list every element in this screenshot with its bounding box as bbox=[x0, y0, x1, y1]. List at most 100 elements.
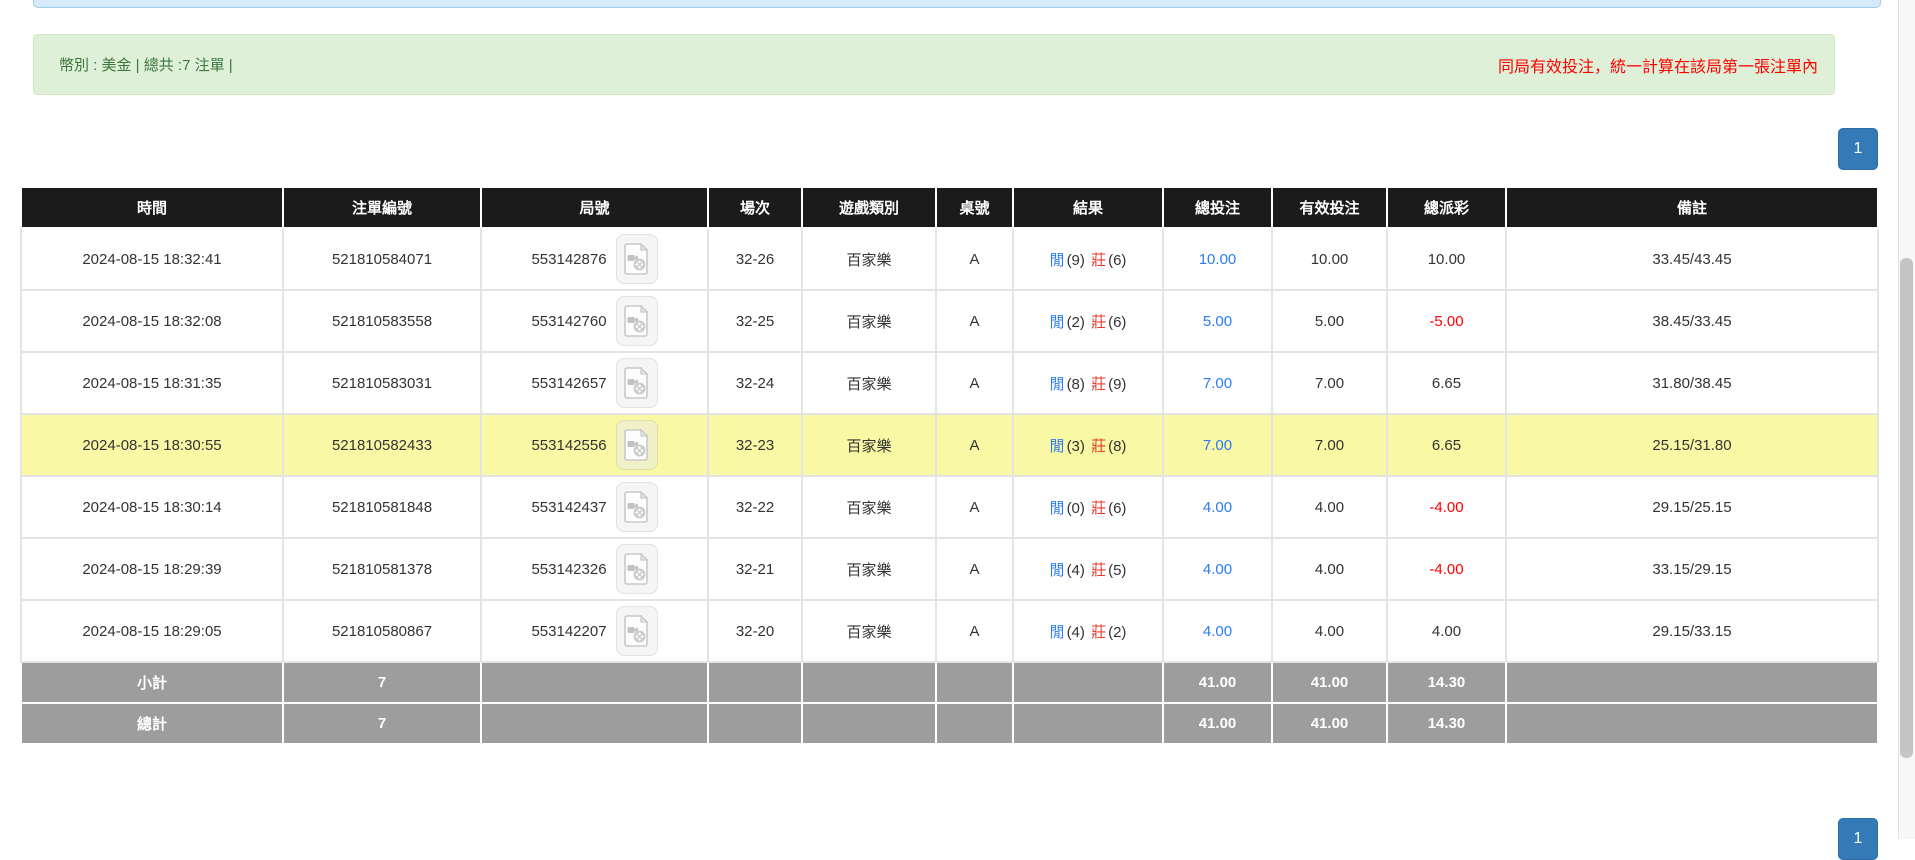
result-cell: 閒(4) 莊(2) bbox=[1013, 600, 1163, 662]
time-cell: 2024-08-15 18:32:41 bbox=[21, 228, 283, 290]
round-id-cell: 553142760 bbox=[481, 290, 708, 352]
game-type-cell: 百家樂 bbox=[802, 414, 936, 476]
banker-score: (2) bbox=[1107, 624, 1127, 641]
round-id-value: 553142556 bbox=[531, 437, 606, 454]
video-replay-button[interactable] bbox=[616, 420, 658, 470]
header-total-bet: 總投注 bbox=[1163, 187, 1272, 228]
remark-cell: 25.15/31.80 bbox=[1506, 414, 1878, 476]
session-cell: 32-24 bbox=[708, 352, 802, 414]
table-no-cell: A bbox=[936, 290, 1013, 352]
player-label: 閒 bbox=[1049, 438, 1066, 455]
session-cell: 32-26 bbox=[708, 228, 802, 290]
payout-cell: 6.65 bbox=[1387, 414, 1506, 476]
total-row: 總計 7 41.00 41.00 14.30 bbox=[21, 703, 1878, 744]
total-count: 7 bbox=[283, 703, 481, 744]
time-cell: 2024-08-15 18:29:39 bbox=[21, 538, 283, 600]
total-bet-link[interactable]: 7.00 bbox=[1163, 352, 1272, 414]
round-id-value: 553142437 bbox=[531, 499, 606, 516]
game-type-cell: 百家樂 bbox=[802, 228, 936, 290]
player-label: 閒 bbox=[1049, 252, 1066, 269]
bet-id-cell: 521810583031 bbox=[283, 352, 481, 414]
banker-label: 莊 bbox=[1090, 562, 1107, 579]
total-bet-link[interactable]: 10.00 bbox=[1163, 228, 1272, 290]
total-bet-link[interactable]: 4.00 bbox=[1163, 538, 1272, 600]
player-label: 閒 bbox=[1049, 500, 1066, 517]
table-row: 2024-08-15 18:32:41 521810584071 5531428… bbox=[21, 228, 1878, 290]
player-score: (3) bbox=[1066, 438, 1086, 455]
table-row: 2024-08-15 18:30:55 521810582433 5531425… bbox=[21, 414, 1878, 476]
valid-bet-cell: 7.00 bbox=[1272, 352, 1387, 414]
total-bet-link[interactable]: 7.00 bbox=[1163, 414, 1272, 476]
game-type-cell: 百家樂 bbox=[802, 352, 936, 414]
vertical-scrollbar-track[interactable] bbox=[1898, 0, 1915, 839]
player-label: 閒 bbox=[1049, 562, 1066, 579]
payout-cell: -4.00 bbox=[1387, 476, 1506, 538]
valid-bet-cell: 5.00 bbox=[1272, 290, 1387, 352]
video-replay-button[interactable] bbox=[616, 482, 658, 532]
video-replay-button[interactable] bbox=[616, 296, 658, 346]
time-cell: 2024-08-15 18:30:14 bbox=[21, 476, 283, 538]
pagination-page-1-bottom[interactable]: 1 bbox=[1838, 818, 1878, 860]
subtotal-total-bet: 41.00 bbox=[1163, 662, 1272, 703]
payout-cell: -5.00 bbox=[1387, 290, 1506, 352]
round-id-value: 553142760 bbox=[531, 313, 606, 330]
table-no-cell: A bbox=[936, 600, 1013, 662]
game-type-cell: 百家樂 bbox=[802, 600, 936, 662]
header-bet-id: 注單編號 bbox=[283, 187, 481, 228]
total-valid-bet: 41.00 bbox=[1272, 703, 1387, 744]
currency-summary-text: 幣別 : 美金 | 總共 :7 注單 | bbox=[59, 54, 233, 75]
payout-cell: 10.00 bbox=[1387, 228, 1506, 290]
vertical-scrollbar-thumb[interactable] bbox=[1900, 258, 1913, 758]
total-bet-link[interactable]: 5.00 bbox=[1163, 290, 1272, 352]
subtotal-row: 小計 7 41.00 41.00 14.30 bbox=[21, 662, 1878, 703]
player-score: (2) bbox=[1066, 314, 1086, 331]
pagination-page-1-top[interactable]: 1 bbox=[1838, 128, 1878, 170]
video-replay-button[interactable] bbox=[616, 606, 658, 656]
result-cell: 閒(3) 莊(8) bbox=[1013, 414, 1163, 476]
video-replay-button[interactable] bbox=[616, 234, 658, 284]
total-bet-link[interactable]: 4.00 bbox=[1163, 476, 1272, 538]
payout-cell: 4.00 bbox=[1387, 600, 1506, 662]
bet-id-cell: 521810582433 bbox=[283, 414, 481, 476]
valid-bet-cell: 4.00 bbox=[1272, 600, 1387, 662]
time-cell: 2024-08-15 18:30:55 bbox=[21, 414, 283, 476]
total-bet-link[interactable]: 4.00 bbox=[1163, 600, 1272, 662]
round-id-value: 553142657 bbox=[531, 375, 606, 392]
round-id-cell: 553142326 bbox=[481, 538, 708, 600]
round-id-value: 553142876 bbox=[531, 251, 606, 268]
summary-banner: 幣別 : 美金 | 總共 :7 注單 | 同局有效投注，統一計算在該局第一張注單… bbox=[33, 34, 1835, 95]
banker-score: (6) bbox=[1107, 252, 1127, 269]
banker-label: 莊 bbox=[1090, 624, 1107, 641]
valid-bet-cell: 4.00 bbox=[1272, 476, 1387, 538]
time-cell: 2024-08-15 18:32:08 bbox=[21, 290, 283, 352]
table-row: 2024-08-15 18:31:35 521810583031 5531426… bbox=[21, 352, 1878, 414]
total-total-bet: 41.00 bbox=[1163, 703, 1272, 744]
banker-label: 莊 bbox=[1090, 500, 1107, 517]
game-type-cell: 百家樂 bbox=[802, 476, 936, 538]
film-document-icon bbox=[624, 305, 650, 337]
header-time: 時間 bbox=[21, 187, 283, 228]
table-no-cell: A bbox=[936, 414, 1013, 476]
banker-label: 莊 bbox=[1090, 314, 1107, 331]
table-row: 2024-08-15 18:32:08 521810583558 5531427… bbox=[21, 290, 1878, 352]
time-cell: 2024-08-15 18:31:35 bbox=[21, 352, 283, 414]
table-no-cell: A bbox=[936, 538, 1013, 600]
table-header-row: 時間 注單編號 局號 場次 遊戲類別 桌號 結果 總投注 有效投注 總派彩 備註 bbox=[21, 187, 1878, 228]
table-row: 2024-08-15 18:29:39 521810581378 5531423… bbox=[21, 538, 1878, 600]
header-result: 結果 bbox=[1013, 187, 1163, 228]
subtotal-payout: 14.30 bbox=[1387, 662, 1506, 703]
round-id-cell: 553142207 bbox=[481, 600, 708, 662]
video-replay-button[interactable] bbox=[616, 358, 658, 408]
valid-bet-cell: 7.00 bbox=[1272, 414, 1387, 476]
header-game-type: 遊戲類別 bbox=[802, 187, 936, 228]
payout-cell: 6.65 bbox=[1387, 352, 1506, 414]
bet-id-cell: 521810581378 bbox=[283, 538, 481, 600]
video-replay-button[interactable] bbox=[616, 544, 658, 594]
result-cell: 閒(0) 莊(6) bbox=[1013, 476, 1163, 538]
valid-bet-cell: 10.00 bbox=[1272, 228, 1387, 290]
bet-id-cell: 521810581848 bbox=[283, 476, 481, 538]
result-cell: 閒(2) 莊(6) bbox=[1013, 290, 1163, 352]
player-score: (4) bbox=[1066, 624, 1086, 641]
payout-cell: -4.00 bbox=[1387, 538, 1506, 600]
table-no-cell: A bbox=[936, 476, 1013, 538]
